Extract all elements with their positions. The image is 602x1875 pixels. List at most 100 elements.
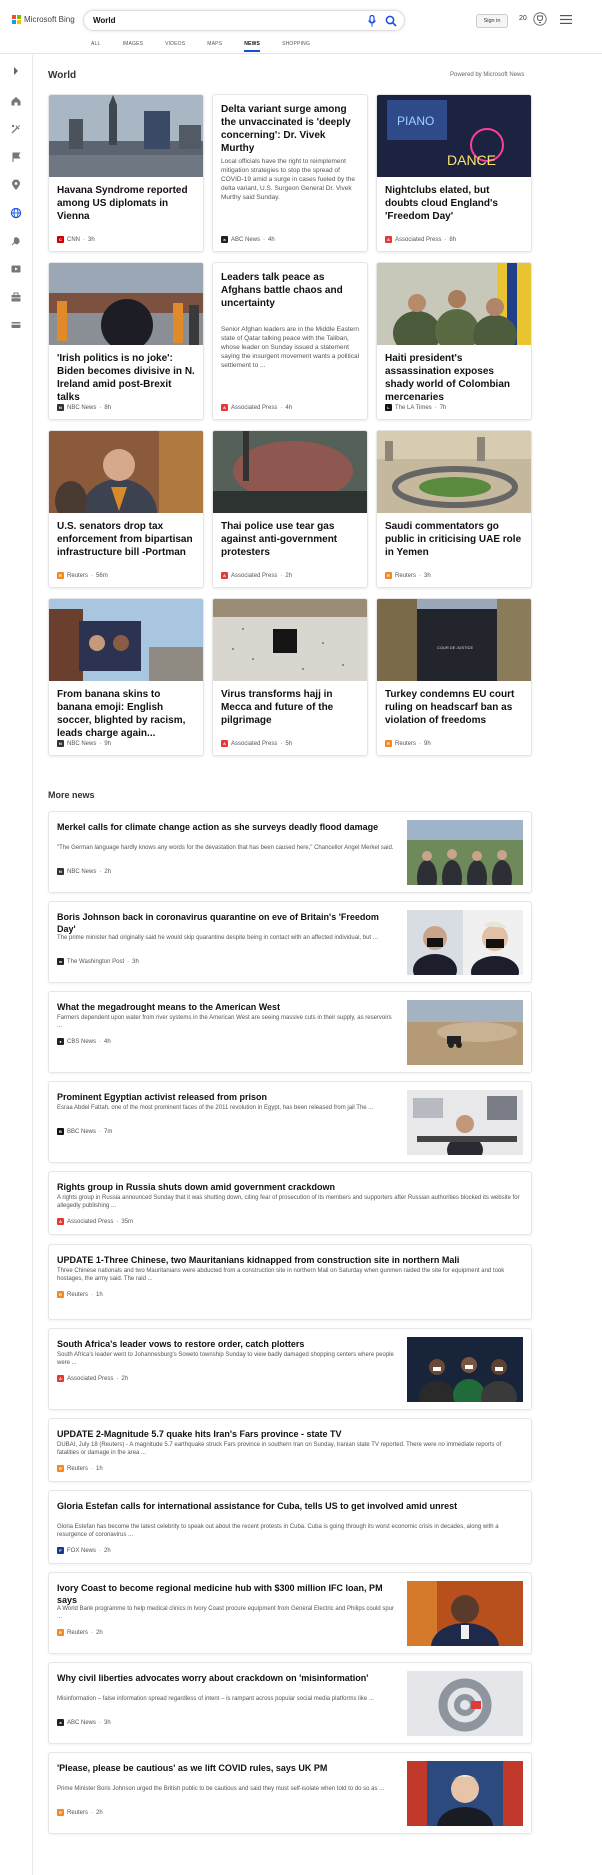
news-card[interactable]: Virus transforms hajj in Mecca and futur… bbox=[212, 598, 368, 756]
tab-maps[interactable]: MAPS bbox=[207, 41, 222, 52]
news-card-image[interactable] bbox=[377, 263, 531, 355]
news-card-image[interactable] bbox=[49, 431, 203, 547]
location-pin-icon[interactable] bbox=[10, 179, 22, 191]
globe-icon[interactable] bbox=[10, 207, 22, 219]
search-input[interactable]: World bbox=[93, 16, 116, 25]
more-news-title-link[interactable]: Merkel calls for climate change action a… bbox=[57, 821, 397, 833]
news-card[interactable]: PIANO DANCE Nightclubs elated, but doubts … bbox=[376, 94, 532, 252]
more-news-title-link[interactable]: UPDATE 1-Three Chinese, two Mauritanians… bbox=[57, 1254, 523, 1266]
news-card[interactable]: Havana Syndrome reported among US diplom… bbox=[48, 94, 204, 252]
more-news-title-link[interactable]: Boris Johnson back in coronavirus quaran… bbox=[57, 911, 397, 935]
more-news-source: w The Washington Post · 3h bbox=[57, 958, 139, 965]
more-news-title-link[interactable]: Why civil liberties advocates worry abou… bbox=[57, 1672, 397, 1684]
news-card[interactable]: U.S. senators drop tax enforcement from … bbox=[48, 430, 204, 588]
news-card[interactable]: COUR DE JUSTICE Turkey condemns EU court … bbox=[376, 598, 532, 756]
article-age: 3h bbox=[132, 958, 139, 965]
more-news-thumbnail[interactable] bbox=[407, 1761, 523, 1833]
more-news-title-link[interactable]: 'Please, please be cautious' as we lift … bbox=[57, 1762, 397, 1774]
news-card[interactable]: Haiti president's assassination exposes … bbox=[376, 262, 532, 420]
more-news-title-link[interactable]: Ivory Coast to become regional medicine … bbox=[57, 1582, 397, 1606]
news-card-image[interactable] bbox=[377, 431, 531, 513]
more-news-item[interactable]: Merkel calls for climate change action a… bbox=[48, 811, 532, 893]
more-news-title-link[interactable]: Prominent Egyptian activist released fro… bbox=[57, 1091, 397, 1103]
news-card-image[interactable] bbox=[49, 263, 203, 351]
more-news-item[interactable]: Gloria Estefan calls for international a… bbox=[48, 1490, 532, 1564]
microphone-icon[interactable] bbox=[367, 15, 377, 27]
more-news-title-link[interactable]: UPDATE 2-Magnitude 5.7 quake hits Iran's… bbox=[57, 1428, 523, 1440]
news-card[interactable]: From banana skins to banana emoji: Engli… bbox=[48, 598, 204, 756]
more-news-item[interactable]: Prominent Egyptian activist released fro… bbox=[48, 1081, 532, 1163]
more-news-title-link[interactable]: Rights group in Russia shuts down amid g… bbox=[57, 1181, 523, 1193]
bing-logo[interactable]: Microsoft Bing bbox=[12, 15, 75, 24]
more-news-title-link[interactable]: Gloria Estefan calls for international a… bbox=[57, 1500, 523, 1512]
news-card-image[interactable] bbox=[213, 431, 367, 513]
more-news-thumbnail[interactable] bbox=[407, 910, 523, 982]
more-news-item[interactable]: Boris Johnson back in coronavirus quaran… bbox=[48, 901, 532, 983]
news-card-title[interactable]: Delta variant surge among the unvaccinat… bbox=[221, 103, 361, 155]
news-card-title[interactable]: Turkey condemns EU court ruling on heads… bbox=[385, 688, 525, 727]
news-card[interactable]: Leaders talk peace as Afghans battle cha… bbox=[212, 262, 368, 420]
tab-shopping[interactable]: SHOPPING bbox=[282, 41, 310, 52]
news-card-title[interactable]: From banana skins to banana emoji: Engli… bbox=[57, 688, 197, 740]
more-news-item[interactable]: UPDATE 2-Magnitude 5.7 quake hits Iran's… bbox=[48, 1418, 532, 1482]
more-news-item[interactable]: 'Please, please be cautious' as we lift … bbox=[48, 1752, 532, 1834]
news-card-title[interactable]: Virus transforms hajj in Mecca and futur… bbox=[221, 688, 361, 727]
more-news-title-link[interactable]: South Africa's leader vows to restore or… bbox=[57, 1338, 397, 1350]
source-logo-icon: L bbox=[385, 404, 392, 411]
more-news-item[interactable]: What the megadrought means to the Americ… bbox=[48, 991, 532, 1073]
tools-icon[interactable] bbox=[10, 123, 22, 135]
news-card-title[interactable]: Haiti president's assassination exposes … bbox=[385, 352, 525, 404]
news-card-title[interactable]: U.S. senators drop tax enforcement from … bbox=[57, 520, 197, 559]
tab-videos[interactable]: VIDEOS bbox=[165, 41, 185, 52]
news-card[interactable]: Saudi commentators go public in criticis… bbox=[376, 430, 532, 588]
news-card-image[interactable] bbox=[49, 95, 203, 177]
entertainment-icon[interactable] bbox=[10, 263, 22, 275]
news-card-image[interactable] bbox=[213, 599, 367, 681]
more-news-item[interactable]: Ivory Coast to become regional medicine … bbox=[48, 1572, 532, 1654]
home-icon[interactable] bbox=[10, 95, 22, 107]
rewards-points[interactable]: 20 bbox=[519, 15, 527, 22]
science-icon[interactable] bbox=[10, 235, 22, 247]
more-news-item[interactable]: Why civil liberties advocates worry abou… bbox=[48, 1662, 532, 1744]
rewards-trophy-icon[interactable] bbox=[533, 12, 547, 26]
search-icon[interactable] bbox=[385, 15, 397, 27]
source-dot: · bbox=[91, 1629, 94, 1636]
more-news-item[interactable]: South Africa's leader vows to restore or… bbox=[48, 1328, 532, 1410]
news-card-title[interactable]: 'Irish politics is no joke': Biden becom… bbox=[57, 352, 197, 404]
news-card-title[interactable]: Nightclubs elated, but doubts cloud Engl… bbox=[385, 184, 525, 223]
tab-images[interactable]: IMAGES bbox=[123, 41, 144, 52]
more-news-thumbnail[interactable] bbox=[407, 1581, 523, 1653]
news-card-title[interactable]: Havana Syndrome reported among US diplom… bbox=[57, 184, 197, 223]
more-news-summary: A World Bank programme to help medical c… bbox=[57, 1606, 395, 1620]
news-card-title[interactable]: Thai police use tear gas against anti-go… bbox=[221, 520, 361, 559]
news-card-image[interactable] bbox=[49, 599, 203, 681]
more-news-thumbnail[interactable] bbox=[407, 1000, 523, 1065]
news-card-title[interactable]: Saudi commentators go public in criticis… bbox=[385, 520, 525, 559]
hamburger-menu-icon[interactable] bbox=[560, 15, 572, 24]
more-news-thumbnail[interactable] bbox=[407, 1671, 523, 1736]
more-news-thumbnail[interactable] bbox=[407, 1090, 523, 1162]
more-news-item[interactable]: UPDATE 1-Three Chinese, two Mauritanians… bbox=[48, 1244, 532, 1320]
money-icon[interactable] bbox=[10, 319, 22, 331]
sign-in-button[interactable]: Sign in bbox=[476, 14, 508, 28]
tab-news[interactable]: NEWS bbox=[244, 41, 261, 52]
article-age: 3h bbox=[424, 572, 431, 579]
flag-icon[interactable] bbox=[10, 151, 22, 163]
expand-chevron-icon[interactable] bbox=[10, 65, 22, 77]
news-card-image[interactable]: PIANO DANCE bbox=[377, 95, 531, 177]
tab-all[interactable]: ALL bbox=[91, 41, 101, 52]
news-card-title[interactable]: Leaders talk peace as Afghans battle cha… bbox=[221, 271, 361, 310]
more-news-title-link[interactable]: What the megadrought means to the Americ… bbox=[57, 1001, 397, 1013]
news-card[interactable]: 'Irish politics is no joke': Biden becom… bbox=[48, 262, 204, 420]
more-news-item[interactable]: Rights group in Russia shuts down amid g… bbox=[48, 1171, 532, 1235]
source-name: CNN bbox=[67, 236, 80, 243]
more-news-thumbnail[interactable] bbox=[407, 820, 523, 892]
news-card-summary: Senior Afghan leaders are in the Middle … bbox=[221, 326, 360, 369]
more-news-thumbnail[interactable] bbox=[407, 1337, 523, 1409]
news-card[interactable]: Delta variant surge among the unvaccinat… bbox=[212, 94, 368, 252]
news-card-image[interactable]: COUR DE JUSTICE bbox=[377, 599, 531, 681]
business-icon[interactable] bbox=[10, 291, 22, 303]
news-card[interactable]: Thai police use tear gas against anti-go… bbox=[212, 430, 368, 588]
search-box[interactable]: World bbox=[83, 10, 405, 31]
article-age: 2h bbox=[96, 1809, 103, 1816]
